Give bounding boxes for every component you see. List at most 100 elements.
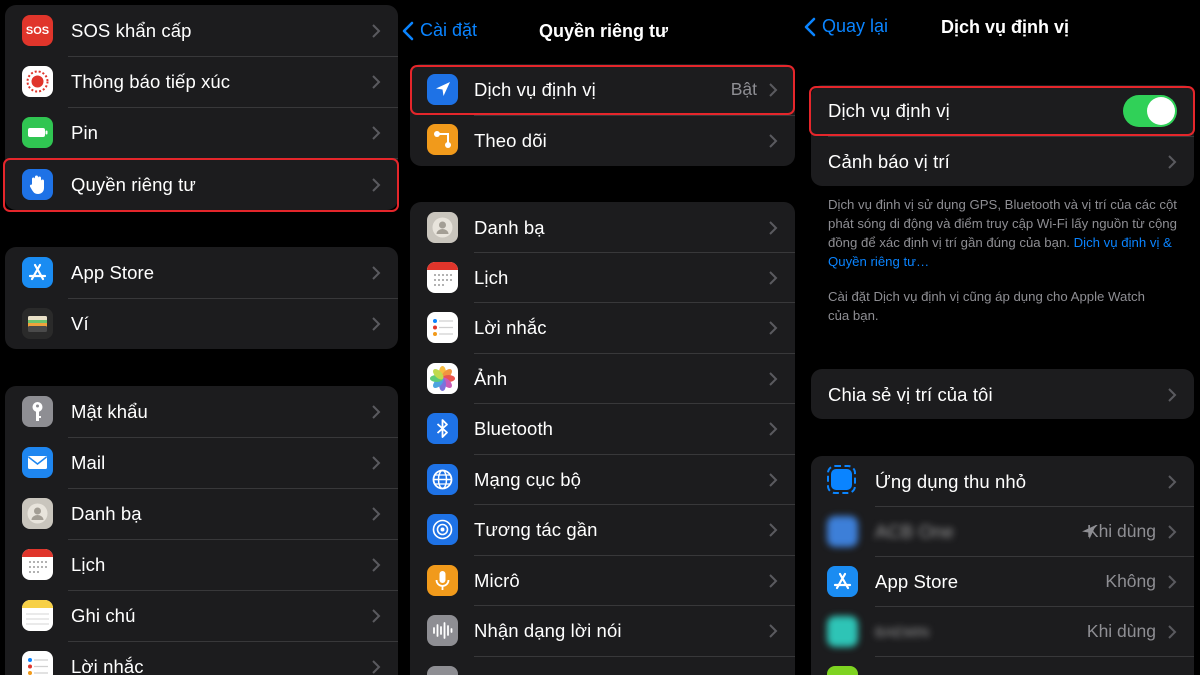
settings-label-wallet: Ví <box>71 312 89 334</box>
chevron-right-icon <box>372 316 381 331</box>
chevron-right-icon <box>1168 524 1177 539</box>
chevron-right-icon <box>769 623 778 638</box>
app-row-app-store[interactable]: App Store Không <box>811 556 1194 607</box>
chevron-right-icon <box>372 74 381 89</box>
settings-label-notes: Ghi chú <box>71 604 136 626</box>
local-network-icon <box>427 464 458 495</box>
settings-label-mail: Mail <box>71 451 106 473</box>
app-row-next[interactable] <box>811 656 1194 675</box>
privacy-label-photos: Ảnh <box>474 367 508 389</box>
privacy-row-photos[interactable]: Ảnh <box>410 353 795 404</box>
chevron-right-icon <box>769 270 778 285</box>
page-title: Dịch vụ định vị <box>941 17 1070 37</box>
tracking-icon <box>427 124 458 155</box>
location-services-description: Dịch vụ định vị sử dụng GPS, Bluetooth v… <box>828 195 1178 271</box>
battery-icon <box>22 117 53 148</box>
wallet-icon <box>22 308 53 339</box>
back-button[interactable]: Cài đặt <box>402 20 477 41</box>
chevron-left-icon <box>804 17 816 36</box>
settings-row-battery[interactable]: Pin <box>5 107 398 158</box>
privacy-row-microphone[interactable]: Micrô <box>410 555 795 606</box>
chevron-left-icon <box>402 21 414 40</box>
chevron-right-icon <box>372 506 381 521</box>
chevron-right-icon <box>769 320 778 335</box>
settings-row-wallet[interactable]: Ví <box>5 298 398 349</box>
settings-row-reminders[interactable]: Lời nhắc <box>5 641 398 675</box>
privacy-row-local-network[interactable]: Mạng cục bộ <box>410 454 795 505</box>
settings-group-3: Mật khẩu Mail Danh bạ Lịch Ghi chú Lời n… <box>5 386 398 675</box>
camera-icon <box>427 666 458 675</box>
settings-panel: SOS SOS khẩn cấp Thông báo tiếp xúc Pin <box>0 0 400 675</box>
privacy-label-bluetooth: Bluetooth <box>474 417 554 439</box>
chevron-right-icon <box>372 23 381 38</box>
microphone-icon <box>427 565 458 596</box>
privacy-row-camera[interactable] <box>410 656 795 675</box>
privacy-label-tracking: Theo dõi <box>474 129 547 151</box>
settings-row-notes[interactable]: Ghi chú <box>5 590 398 641</box>
privacy-row-contacts[interactable]: Danh bạ <box>410 202 795 253</box>
contacts-icon <box>22 498 53 529</box>
app-row-widgets[interactable]: Ứng dụng thu nhỏ <box>811 456 1194 507</box>
notes-icon <box>22 600 53 631</box>
settings-row-passwords[interactable]: Mật khẩu <box>5 386 398 437</box>
baemin-icon <box>827 616 858 647</box>
share-my-location-label: Chia sẻ vị trí của tôi <box>828 383 993 405</box>
apple-watch-note: Cài đặt Dịch vụ định vị cũng áp dụng cho… <box>828 289 1145 323</box>
location-group-2: Chia sẻ vị trí của tôi <box>811 369 1194 419</box>
privacy-label-microphone: Micrô <box>474 569 520 591</box>
settings-label-passwords: Mật khẩu <box>71 400 148 422</box>
settings-row-exposure[interactable]: Thông báo tiếp xúc <box>5 56 398 107</box>
privacy-label-reminders: Lời nhắc <box>474 316 547 338</box>
chevron-right-icon <box>769 472 778 487</box>
privacy-label-contacts: Danh bạ <box>474 216 545 238</box>
app-permission-baemin: Khi dùng <box>1086 621 1156 641</box>
privacy-label-local-network: Mạng cục bộ <box>474 468 582 490</box>
app-label-baemin: BAEMIN <box>875 623 930 640</box>
privacy-row-speech-recognition[interactable]: Nhận dạng lời nói <box>410 605 795 656</box>
privacy-row-tracking[interactable]: Theo dõi <box>410 115 795 166</box>
privacy-row-calendar[interactable]: Lịch <box>410 252 795 303</box>
location-alerts-row[interactable]: Cảnh báo vị trí <box>811 136 1194 186</box>
app-permission-acb-one: Khi dùng <box>1086 521 1156 541</box>
acb-one-icon <box>827 516 858 547</box>
chevron-right-icon <box>372 265 381 280</box>
chevron-right-icon <box>769 133 778 148</box>
chevron-right-icon <box>1168 154 1177 169</box>
calendar-icon <box>22 549 53 580</box>
privacy-row-bluetooth[interactable]: Bluetooth <box>410 403 795 454</box>
share-my-location-row[interactable]: Chia sẻ vị trí của tôi <box>811 369 1194 419</box>
app-label-app-store: App Store <box>875 570 959 592</box>
settings-label-app-store: App Store <box>71 261 155 283</box>
chevron-right-icon <box>1168 387 1177 402</box>
chevron-right-icon <box>372 125 381 140</box>
back-button[interactable]: Quay lại <box>804 16 888 37</box>
location-apps-group: Ứng dụng thu nhỏ ACB One Khi dùng App St… <box>811 456 1194 675</box>
app-icon <box>827 666 858 675</box>
settings-row-sos[interactable]: SOS SOS khẩn cấp <box>5 5 398 56</box>
highlight-privacy <box>3 158 399 212</box>
settings-row-contacts[interactable]: Danh bạ <box>5 488 398 539</box>
app-label-widgets: Ứng dụng thu nhỏ <box>875 470 1027 492</box>
reminders-icon <box>22 651 53 675</box>
privacy-group-2: Danh bạ Lịch Lời nhắc Ảnh Bluetooth Mạng… <box>410 202 795 675</box>
chevron-right-icon <box>769 522 778 537</box>
privacy-row-reminders[interactable]: Lời nhắc <box>410 302 795 353</box>
location-services-panel: Quay lại Dịch vụ định vị Dịch vụ định vị… <box>800 0 1200 675</box>
app-row-acb-one[interactable]: ACB One Khi dùng <box>811 506 1194 557</box>
bluetooth-icon <box>427 413 458 444</box>
settings-label-calendar: Lịch <box>71 553 106 575</box>
settings-label-reminders: Lời nhắc <box>71 655 144 675</box>
app-store-icon <box>827 566 858 597</box>
settings-row-calendar[interactable]: Lịch <box>5 539 398 590</box>
mail-icon <box>22 447 53 478</box>
privacy-panel: Cài đặt Quyền riêng tư Dịch vụ định vị B… <box>400 0 800 675</box>
settings-row-mail[interactable]: Mail <box>5 437 398 488</box>
privacy-row-nearby-interaction[interactable]: Tương tác gần <box>410 504 795 555</box>
privacy-label-speech-recognition: Nhận dạng lời nói <box>474 619 622 641</box>
contacts-icon <box>427 212 458 243</box>
back-label: Quay lại <box>822 16 889 36</box>
calendar-icon <box>427 262 458 293</box>
settings-label-contacts: Danh bạ <box>71 502 142 524</box>
app-row-baemin[interactable]: BAEMIN Khi dùng <box>811 606 1194 657</box>
settings-row-app-store[interactable]: App Store <box>5 247 398 298</box>
